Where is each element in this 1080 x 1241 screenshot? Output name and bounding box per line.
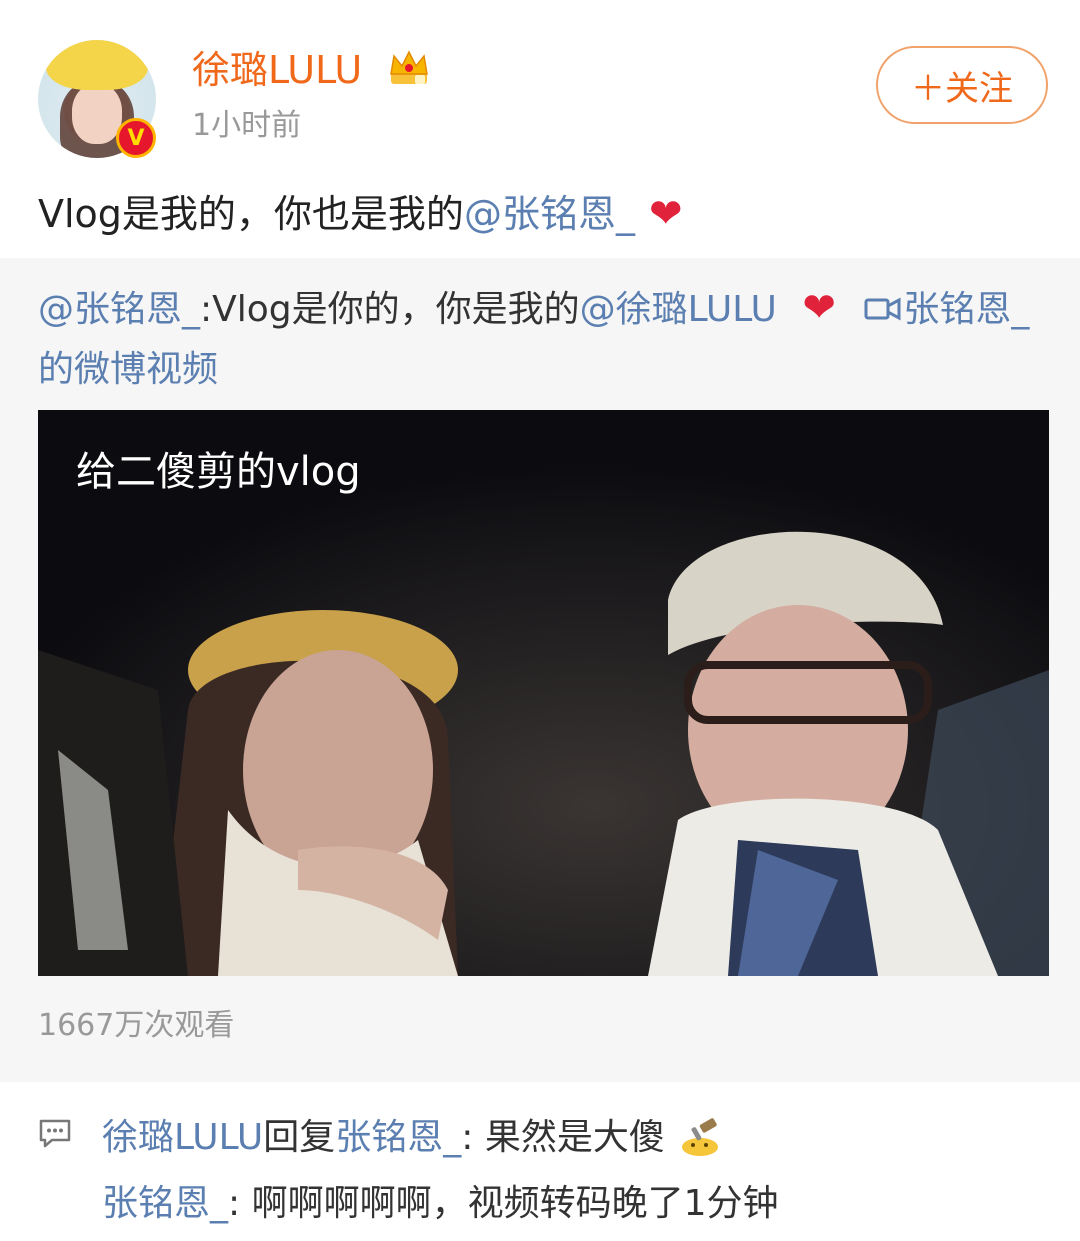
mention-link[interactable]: @张铭恩_ bbox=[464, 192, 635, 236]
repost-mention-link[interactable]: @徐璐LULU bbox=[580, 289, 777, 330]
repost-text: @张铭恩_:Vlog是你的，你是我的@徐璐LULU ❤ 张铭恩_的微博视频 bbox=[38, 278, 1038, 400]
comment-icon bbox=[39, 1119, 71, 1148]
repost-body: :Vlog是你的，你是我的 bbox=[200, 289, 580, 330]
video-camera-icon bbox=[864, 297, 901, 321]
comment-author[interactable]: 张铭恩_ bbox=[102, 1183, 228, 1224]
heart-emoji-icon: ❤ bbox=[648, 191, 683, 237]
heart-emoji-icon: ❤ bbox=[802, 285, 836, 331]
avatar-hat bbox=[46, 40, 148, 90]
view-count: 1667万次观看 bbox=[38, 1008, 235, 1043]
video-player[interactable]: 给二傻剪的vlog bbox=[38, 410, 1049, 976]
comment-text: : 果然是大傻 bbox=[461, 1117, 665, 1158]
repost-card[interactable]: @张铭恩_:Vlog是你的，你是我的@徐璐LULU ❤ 张铭恩_的微博视频 给二… bbox=[0, 258, 1080, 1082]
post-header: V 徐璐LULU 1小时前 ＋关注 bbox=[0, 0, 1080, 170]
comment-text: : 啊啊啊啊啊，视频转码晚了1分钟 bbox=[228, 1183, 779, 1224]
comment-author[interactable]: 徐璐LULU bbox=[102, 1117, 263, 1158]
comment-reply-target[interactable]: 张铭恩_ bbox=[335, 1117, 461, 1158]
gavel-emoji-icon bbox=[682, 1118, 719, 1156]
comment-reply-word: 回复 bbox=[263, 1117, 336, 1158]
post-text-body: Vlog是我的，你也是我的 bbox=[38, 192, 464, 236]
post-text: Vlog是我的，你也是我的@张铭恩_ ❤ bbox=[38, 184, 682, 244]
avatar-face bbox=[72, 84, 122, 144]
comment-item[interactable]: 徐璐LULU回复张铭恩_: 果然是大傻 bbox=[102, 1110, 722, 1166]
comment-section: 徐璐LULU回复张铭恩_: 果然是大傻 张铭恩_: 啊啊啊啊啊，视频转码晚了1分… bbox=[0, 1096, 1080, 1241]
post-time: 1小时前 bbox=[192, 108, 302, 143]
verified-badge-icon: V bbox=[116, 118, 156, 158]
username[interactable]: 徐璐LULU bbox=[192, 44, 362, 96]
repost-author-link[interactable]: @张铭恩_ bbox=[38, 289, 200, 330]
video-caption: 给二傻剪的vlog bbox=[76, 449, 361, 495]
follow-button[interactable]: ＋关注 bbox=[876, 46, 1048, 124]
crown-icon bbox=[390, 50, 428, 84]
comment-item[interactable]: 张铭恩_: 啊啊啊啊啊，视频转码晚了1分钟 bbox=[102, 1176, 779, 1232]
